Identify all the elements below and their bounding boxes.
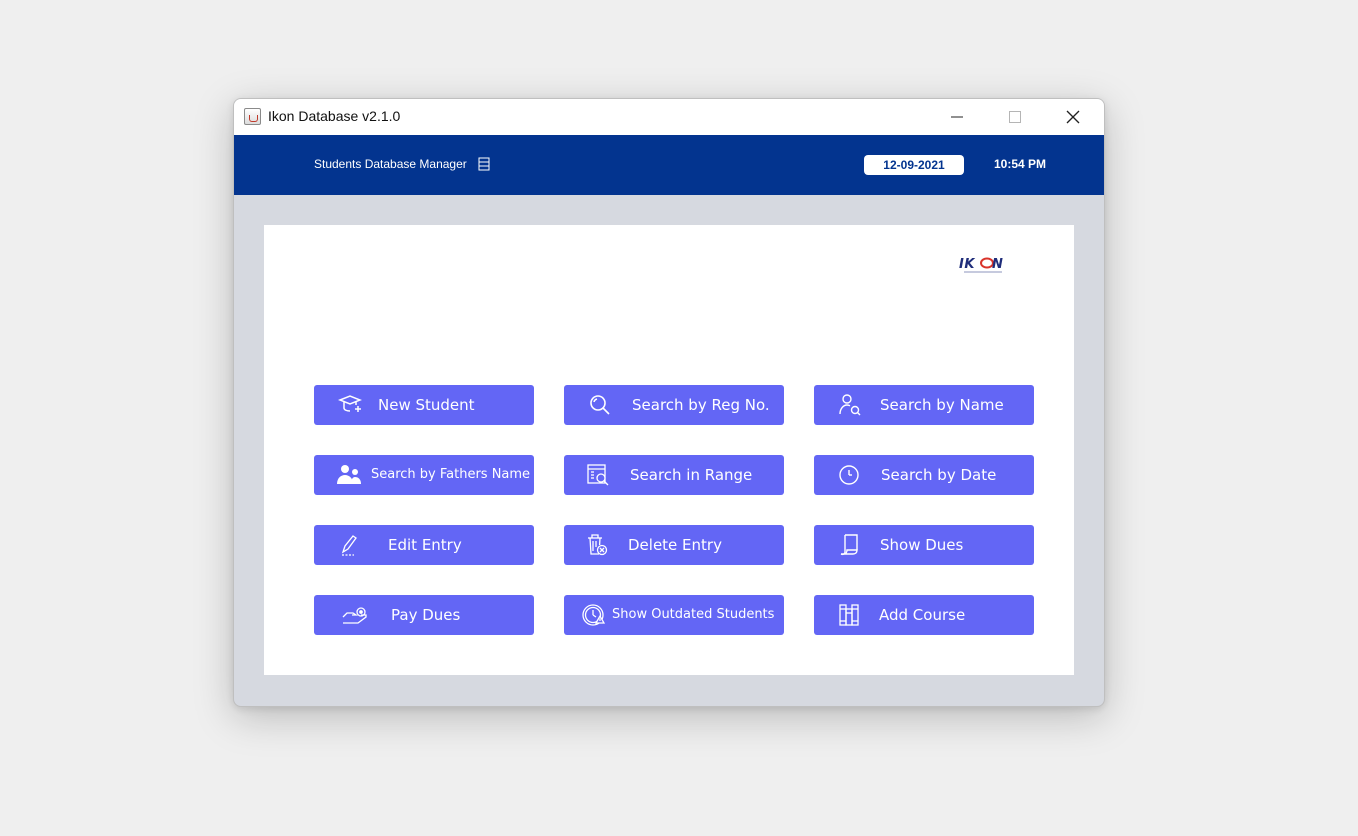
maximize-button[interactable] <box>986 99 1044 135</box>
minimize-button[interactable] <box>928 99 986 135</box>
search-in-range-label: Search in Range <box>630 466 753 484</box>
pay-dues-label: Pay Dues <box>391 606 461 624</box>
clock-icon <box>838 463 862 487</box>
search-by-reg-no-label: Search by Reg No. <box>632 396 770 414</box>
svg-text:IK: IK <box>959 257 975 272</box>
magnifier-icon <box>588 393 612 417</box>
hand-coin-icon <box>342 603 367 627</box>
date-display: 12-09-2021 <box>864 155 964 175</box>
java-app-icon <box>244 108 261 125</box>
scroll-icon <box>838 533 862 557</box>
list-search-icon <box>586 463 610 487</box>
delete-entry-button[interactable]: Delete Entry <box>564 525 784 565</box>
search-by-name-button[interactable]: Search by Name <box>814 385 1034 425</box>
time-display: 10:54 PM <box>994 157 1047 171</box>
pencil-icon <box>338 533 362 557</box>
search-by-reg-no-button[interactable]: Search by Reg No. <box>564 385 784 425</box>
title-bar[interactable]: Ikon Database v2.1.0 <box>234 99 1104 135</box>
main-panel: IK N New Student Search by Reg No. Searc… <box>264 225 1074 675</box>
add-course-label: Add Course <box>879 606 966 624</box>
menu-icon[interactable] <box>478 157 490 171</box>
search-by-date-label: Search by Date <box>881 466 997 484</box>
ikon-logo: IK N <box>959 257 1003 273</box>
search-by-date-button[interactable]: Search by Date <box>814 455 1034 495</box>
pay-dues-button[interactable]: Pay Dues <box>314 595 534 635</box>
new-student-button[interactable]: New Student <box>314 385 534 425</box>
add-course-button[interactable]: Add Course <box>814 595 1034 635</box>
show-dues-button[interactable]: Show Dues <box>814 525 1034 565</box>
user-search-icon <box>838 393 862 417</box>
maximize-icon <box>1009 111 1021 123</box>
search-by-name-label: Search by Name <box>880 396 1004 414</box>
new-student-label: New Student <box>378 396 475 414</box>
expired-clock-icon <box>581 603 605 627</box>
show-outdated-students-button[interactable]: Show Outdated Students <box>564 595 784 635</box>
svg-text:N: N <box>992 257 1003 272</box>
show-dues-label: Show Dues <box>880 536 964 554</box>
search-by-fathers-name-button[interactable]: Search by Fathers Name <box>314 455 534 495</box>
window-title: Ikon Database v2.1.0 <box>268 108 401 124</box>
graduation-cap-plus-icon <box>338 393 362 417</box>
minimize-icon <box>951 116 963 118</box>
close-button[interactable] <box>1044 99 1102 135</box>
books-icon <box>838 603 862 627</box>
search-by-fathers-name-label: Search by Fathers Name <box>371 467 531 482</box>
show-outdated-students-label: Show Outdated Students <box>612 607 775 622</box>
delete-entry-label: Delete Entry <box>628 536 722 554</box>
edit-entry-button[interactable]: Edit Entry <box>314 525 534 565</box>
users-icon <box>336 463 361 487</box>
trash-icon <box>586 533 610 557</box>
header-title: Students Database Manager <box>314 157 467 171</box>
close-icon <box>1066 110 1080 124</box>
app-window: Ikon Database v2.1.0 Students Database M… <box>233 98 1105 707</box>
app-header: Students Database Manager 12-09-2021 10:… <box>234 135 1104 195</box>
edit-entry-label: Edit Entry <box>388 536 462 554</box>
search-in-range-button[interactable]: Search in Range <box>564 455 784 495</box>
